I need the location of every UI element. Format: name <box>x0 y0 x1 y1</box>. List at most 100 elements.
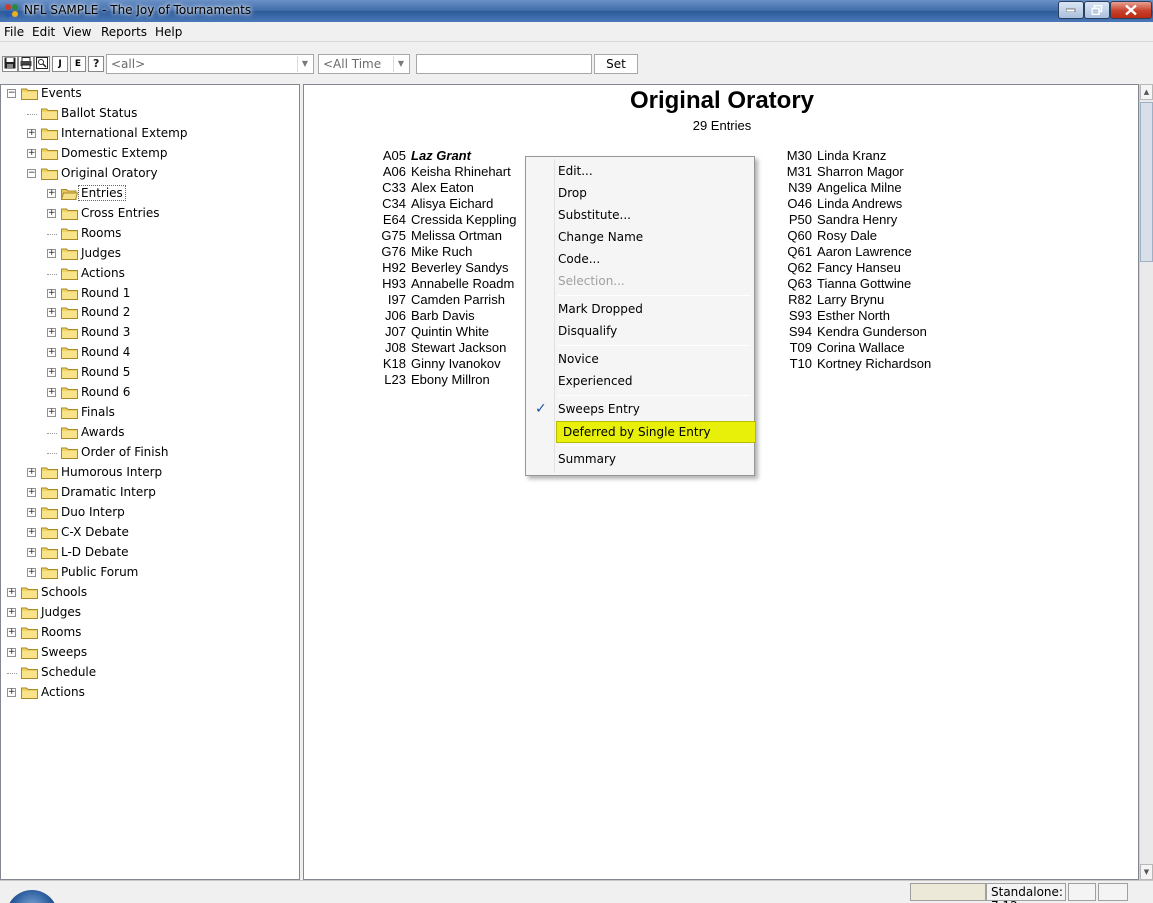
collapse-icon[interactable]: − <box>7 89 16 98</box>
entry-row[interactable]: S93 Esther North <box>789 308 890 324</box>
entry-row[interactable]: Q61 Aaron Lawrence <box>787 244 912 260</box>
expand-icon[interactable]: + <box>27 547 36 557</box>
save-button[interactable] <box>2 56 18 72</box>
menu-item-experienced[interactable]: Experienced <box>528 371 752 393</box>
menu-item-disqualify[interactable]: Disqualify <box>528 321 752 343</box>
expand-icon[interactable]: + <box>47 328 56 338</box>
entry-name: Aaron Lawrence <box>817 244 912 259</box>
expand-icon[interactable]: + <box>47 208 56 218</box>
set-button[interactable]: Set <box>594 54 638 74</box>
entry-row[interactable]: H93 Annabelle Roadm <box>382 276 514 292</box>
entry-row[interactable]: R82 Larry Brynu <box>788 292 884 308</box>
time-filter-select[interactable]: <All Time ▼ <box>318 54 410 74</box>
preview-button[interactable] <box>34 56 50 72</box>
entry-code: A05 <box>382 148 406 163</box>
menu-item-deferred-by-single-entry[interactable]: Deferred by Single Entry <box>556 421 756 443</box>
expand-icon[interactable]: + <box>7 607 16 617</box>
entry-row[interactable]: H92 Beverley Sandys <box>382 260 508 276</box>
entry-row[interactable]: Q63 Tianna Gottwine <box>787 276 911 292</box>
entry-row[interactable]: J07 Quintin White <box>385 324 489 340</box>
menu-item-novice[interactable]: Novice <box>528 349 752 371</box>
entry-row[interactable]: M31 Sharron Magor <box>787 164 904 180</box>
expand-icon[interactable]: + <box>47 288 56 298</box>
menu-item-sweeps-entry[interactable]: ✓ Sweeps Entry <box>528 399 752 421</box>
app-icon <box>5 4 18 17</box>
expand-icon[interactable]: + <box>27 468 36 478</box>
entry-row[interactable]: T10 Kortney Richardson <box>790 356 932 372</box>
entry-row[interactable]: Q62 Fancy Hanseu <box>787 260 900 276</box>
expand-icon[interactable]: + <box>27 148 36 158</box>
expand-icon[interactable]: + <box>47 308 56 318</box>
context-menu: Edit... Drop Substitute... Change Name Code.… <box>525 156 756 476</box>
entry-row[interactable]: K18 Ginny Ivanokov <box>383 356 501 372</box>
entry-row[interactable]: C34 Alisya Eichard <box>382 196 493 212</box>
scrollbar-thumb[interactable] <box>1140 102 1153 262</box>
print-button[interactable] <box>18 56 34 72</box>
tree-item-label: Round 5 <box>81 365 131 380</box>
restore-button[interactable] <box>1084 1 1110 19</box>
menu-item-mark-dropped[interactable]: Mark Dropped <box>528 299 752 321</box>
entry-row[interactable]: G76 Mike Ruch <box>381 244 472 260</box>
entry-row[interactable]: M30 Linda Kranz <box>787 148 887 164</box>
title-bar[interactable]: NFL SAMPLE - The Joy of Tournaments <box>0 0 1153 22</box>
menu-view[interactable]: View <box>63 25 91 39</box>
minimize-button[interactable] <box>1058 1 1084 19</box>
entry-row[interactable]: J08 Stewart Jackson <box>385 340 506 356</box>
close-button[interactable] <box>1110 1 1152 19</box>
chevron-down-icon[interactable]: ▼ <box>297 56 312 72</box>
entry-row[interactable]: P50 Sandra Henry <box>789 212 897 228</box>
entry-row[interactable]: Q60 Rosy Dale <box>787 228 877 244</box>
entry-row[interactable]: T09 Corina Wallace <box>790 340 905 356</box>
entry-row[interactable]: S94 Kendra Gunderson <box>789 324 927 340</box>
menu-file[interactable]: File <box>4 25 24 39</box>
entry-row[interactable]: I97 Camden Parrish <box>388 292 505 308</box>
expand-icon[interactable]: + <box>47 348 56 358</box>
entry-row[interactable]: N39 Angelica Milne <box>788 180 901 196</box>
expand-icon[interactable]: + <box>27 567 36 577</box>
folder-icon <box>41 507 58 519</box>
expand-icon[interactable]: + <box>7 627 16 637</box>
expand-icon[interactable]: + <box>47 368 56 378</box>
menu-item-edit[interactable]: Edit... <box>528 161 752 183</box>
expand-icon[interactable]: + <box>47 408 56 418</box>
entry-row[interactable]: C33 Alex Eaton <box>382 180 474 196</box>
expand-icon[interactable]: + <box>27 507 36 517</box>
j-button[interactable]: J <box>52 56 68 72</box>
expand-icon[interactable]: + <box>27 488 36 497</box>
entry-row[interactable]: L23 Ebony Millron <box>384 372 489 388</box>
expand-icon[interactable]: + <box>47 248 56 258</box>
menu-item-change-name[interactable]: Change Name <box>528 227 752 249</box>
menu-item-drop[interactable]: Drop <box>528 183 752 205</box>
navigation-tree[interactable]: − Events Ballot Status + International Extem… <box>0 84 300 880</box>
text-field[interactable] <box>416 54 592 74</box>
entry-row[interactable]: G75 Melissa Ortman <box>381 228 502 244</box>
page-title: Original Oratory <box>629 87 815 114</box>
expand-icon[interactable]: + <box>7 647 16 657</box>
expand-icon[interactable]: + <box>47 188 56 198</box>
event-filter-select[interactable]: <all> ▼ <box>106 54 314 74</box>
expand-icon[interactable]: + <box>27 527 36 537</box>
expand-icon[interactable]: + <box>7 587 16 597</box>
expand-icon[interactable]: + <box>27 128 36 138</box>
entry-row[interactable]: E64 Cressida Keppling <box>383 212 517 228</box>
expand-icon[interactable]: + <box>7 687 16 697</box>
entry-row[interactable]: A06 Keisha Rhinehart <box>383 164 511 180</box>
menu-item-code[interactable]: Code... <box>528 249 752 271</box>
expand-icon[interactable]: + <box>47 388 56 398</box>
entry-row[interactable]: J06 Barb Davis <box>385 308 475 324</box>
entry-row[interactable]: O46 Linda Andrews <box>787 196 902 212</box>
chevron-down-icon[interactable]: ▼ <box>393 56 408 72</box>
help-button[interactable]: ? <box>88 56 104 72</box>
menu-item-summary[interactable]: Summary <box>528 449 752 471</box>
scroll-up-arrow-icon[interactable]: ▲ <box>1140 84 1153 100</box>
collapse-icon[interactable]: − <box>27 168 36 178</box>
menu-edit[interactable]: Edit <box>32 25 55 39</box>
menu-help[interactable]: Help <box>155 25 182 39</box>
scroll-down-arrow-icon[interactable]: ▼ <box>1140 864 1153 880</box>
menu-item-substitute[interactable]: Substitute... <box>528 205 752 227</box>
e-button[interactable]: E <box>70 56 86 72</box>
vertical-scrollbar[interactable]: ▲ ▼ <box>1139 84 1153 880</box>
entry-row[interactable]: A05 Laz Grant <box>383 148 471 164</box>
menu-reports[interactable]: Reports <box>101 25 147 39</box>
menu-separator <box>558 445 750 446</box>
